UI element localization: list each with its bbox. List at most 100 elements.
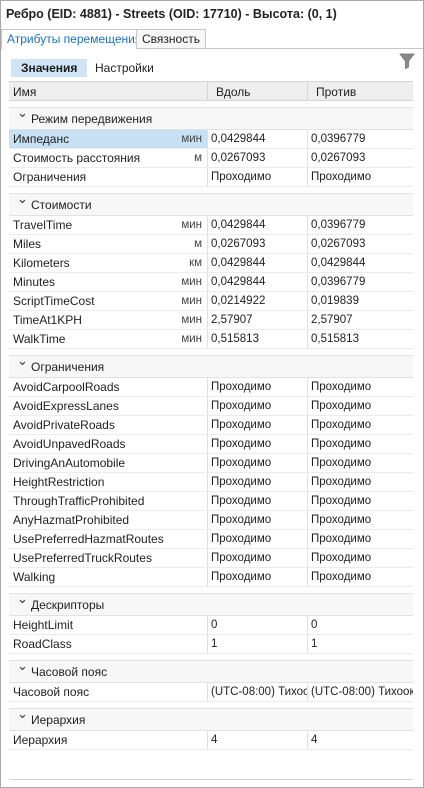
attribute-name: WalkTime [13,332,66,346]
group-title: Иерархия [31,713,86,727]
along-value-cell[interactable]: Проходимо [208,168,308,186]
along-value-cell[interactable]: Проходимо [208,378,308,396]
chevron-down-icon[interactable]: ⌄ [17,354,31,367]
along-value-cell[interactable]: 1 [208,635,308,653]
against-value-cell[interactable]: 0,0396779 [308,216,413,234]
attribute-row[interactable]: ThroughTrafficProhibited Проходимо Проходи… [9,492,413,511]
attribute-row[interactable]: Kilometers км 0,0429844 0,0429844 [9,254,413,273]
against-value-cell[interactable]: Проходимо [308,435,413,453]
attribute-row[interactable]: Стоимость расстояния м 0,0267093 0,0267093 [9,149,413,168]
along-value-cell[interactable]: 2,57907 [208,311,308,329]
attribute-name: TimeAt1KPH [13,313,82,327]
attribute-row[interactable]: HeightRestriction Проходимо Проходимо [9,473,413,492]
attribute-row[interactable]: TravelTime мин 0,0429844 0,0396779 [9,216,413,235]
against-value-cell[interactable]: Проходимо [308,416,413,434]
against-value-cell[interactable]: Проходимо [308,492,413,510]
against-value-cell[interactable]: Проходимо [308,530,413,548]
attribute-row[interactable]: UsePreferredHazmatRoutes Проходимо Проходи… [9,530,413,549]
attribute-row[interactable]: Minutes мин 0,0429844 0,0396779 [9,273,413,292]
chevron-down-icon[interactable]: ⌄ [17,192,31,205]
against-value-cell[interactable]: 2,57907 [308,311,413,329]
group-header[interactable]: ⌄ Ограничения [9,354,413,378]
along-value-cell[interactable]: Проходимо [208,568,308,586]
attribute-row[interactable]: HeightLimit 0 0 [9,616,413,635]
along-value-cell[interactable]: 0,0429844 [208,216,308,234]
attribute-row[interactable]: UsePreferredTruckRoutes Проходимо Проходим… [9,549,413,568]
along-value-cell[interactable]: 0,515813 [208,330,308,348]
attribute-row[interactable]: WalkTime мин 0,515813 0,515813 [9,330,413,349]
against-value-cell[interactable]: 0 [308,616,413,634]
along-value-cell[interactable]: Проходимо [208,454,308,472]
chevron-down-icon[interactable]: ⌄ [17,106,31,119]
against-value-cell[interactable]: 0,0267093 [308,235,413,253]
along-value-cell[interactable]: 0,0429844 [208,273,308,291]
group-header[interactable]: ⌄ Часовой пояс [9,659,413,683]
along-value-cell[interactable]: 0,0214922 [208,292,308,310]
attribute-row[interactable]: Walking Проходимо Проходимо [9,568,413,587]
attribute-row[interactable]: AvoidUnpavedRoads Проходимо Проходимо [9,435,413,454]
attribute-row[interactable]: AvoidExpressLanes Проходимо Проходимо [9,397,413,416]
along-value-cell[interactable]: 0,0267093 [208,235,308,253]
along-value-cell[interactable]: 4 [208,731,308,749]
column-header-along[interactable]: Вдоль [208,82,308,100]
along-value-cell[interactable]: 0,0267093 [208,149,308,167]
against-value-cell[interactable]: Проходимо [308,549,413,567]
chevron-down-icon[interactable]: ⌄ [17,659,31,672]
against-value-cell[interactable]: Проходимо [308,511,413,529]
along-value-cell[interactable]: Проходимо [208,397,308,415]
against-value-cell[interactable]: Проходимо [308,397,413,415]
tab-traversal-attributes[interactable]: Атрибуты перемещения [1,29,148,50]
against-value-cell[interactable]: 4 [308,731,413,749]
against-value-cell[interactable]: Проходимо [308,568,413,586]
against-value-cell[interactable]: 0,0429844 [308,254,413,272]
subtab-values[interactable]: Значения [11,59,88,77]
along-value-cell[interactable]: Проходимо [208,492,308,510]
against-value-cell[interactable]: Проходимо [308,454,413,472]
attribute-row[interactable]: TimeAt1KPH мин 2,57907 2,57907 [9,311,413,330]
against-value-cell[interactable]: Проходимо [308,378,413,396]
against-value-cell[interactable]: 0,019839 [308,292,413,310]
along-value-cell[interactable]: 0,0429844 [208,130,308,148]
along-value-cell[interactable]: (UTC-08:00) Тихоокеа [208,683,308,701]
subtab-settings[interactable]: Настройки [85,59,164,77]
group-header[interactable]: ⌄ Дескрипторы [9,592,413,616]
attribute-name-cell: Ограничения [9,168,208,186]
group-header[interactable]: ⌄ Стоимости [9,192,413,216]
attribute-row[interactable]: AvoidPrivateRoads Проходимо Проходимо [9,416,413,435]
filter-icon[interactable] [399,53,415,69]
against-value-cell[interactable]: 1 [308,635,413,653]
along-value-cell[interactable]: 0 [208,616,308,634]
attribute-unit: м [194,152,202,164]
attribute-row[interactable]: DrivingAnAutomobile Проходимо Проходимо [9,454,413,473]
against-value-cell[interactable]: 0,0396779 [308,130,413,148]
along-value-cell[interactable]: Проходимо [208,549,308,567]
attribute-row[interactable]: AvoidCarpoolRoads Проходимо Проходимо [9,378,413,397]
along-value-cell[interactable]: Проходимо [208,416,308,434]
attribute-row[interactable]: Импеданс мин 0,0429844 0,0396779 [9,130,413,149]
tab-connectivity[interactable]: Связность [136,29,206,49]
against-value-cell[interactable]: (UTC-08:00) Тихоокеа [308,683,413,701]
along-value-cell[interactable]: Проходимо [208,473,308,491]
chevron-down-icon[interactable]: ⌄ [17,592,31,605]
attribute-row[interactable]: Часовой пояс (UTC-08:00) Тихоокеа(UTC-08:… [9,683,413,702]
along-value-cell[interactable]: Проходимо [208,435,308,453]
attribute-row[interactable]: AnyHazmatProhibited Проходимо Проходимо [9,511,413,530]
attribute-row[interactable]: Иерархия 4 4 [9,731,413,750]
along-value-cell[interactable]: 0,0429844 [208,254,308,272]
attribute-row[interactable]: Ограничения Проходимо Проходимо [9,168,413,187]
group-header[interactable]: ⌄ Режим передвижения [9,106,413,130]
column-header-name[interactable]: Имя [9,82,208,100]
column-header-against[interactable]: Против [308,82,413,100]
against-value-cell[interactable]: 0,515813 [308,330,413,348]
attribute-row[interactable]: ScriptTimeCost мин 0,0214922 0,019839 [9,292,413,311]
chevron-down-icon[interactable]: ⌄ [17,707,31,720]
against-value-cell[interactable]: Проходимо [308,473,413,491]
against-value-cell[interactable]: 0,0396779 [308,273,413,291]
along-value-cell[interactable]: Проходимо [208,511,308,529]
attribute-row[interactable]: Miles м 0,0267093 0,0267093 [9,235,413,254]
against-value-cell[interactable]: 0,0267093 [308,149,413,167]
against-value-cell[interactable]: Проходимо [308,168,413,186]
attribute-row[interactable]: RoadClass 1 1 [9,635,413,654]
along-value-cell[interactable]: Проходимо [208,530,308,548]
group-header[interactable]: ⌄ Иерархия [9,707,413,731]
